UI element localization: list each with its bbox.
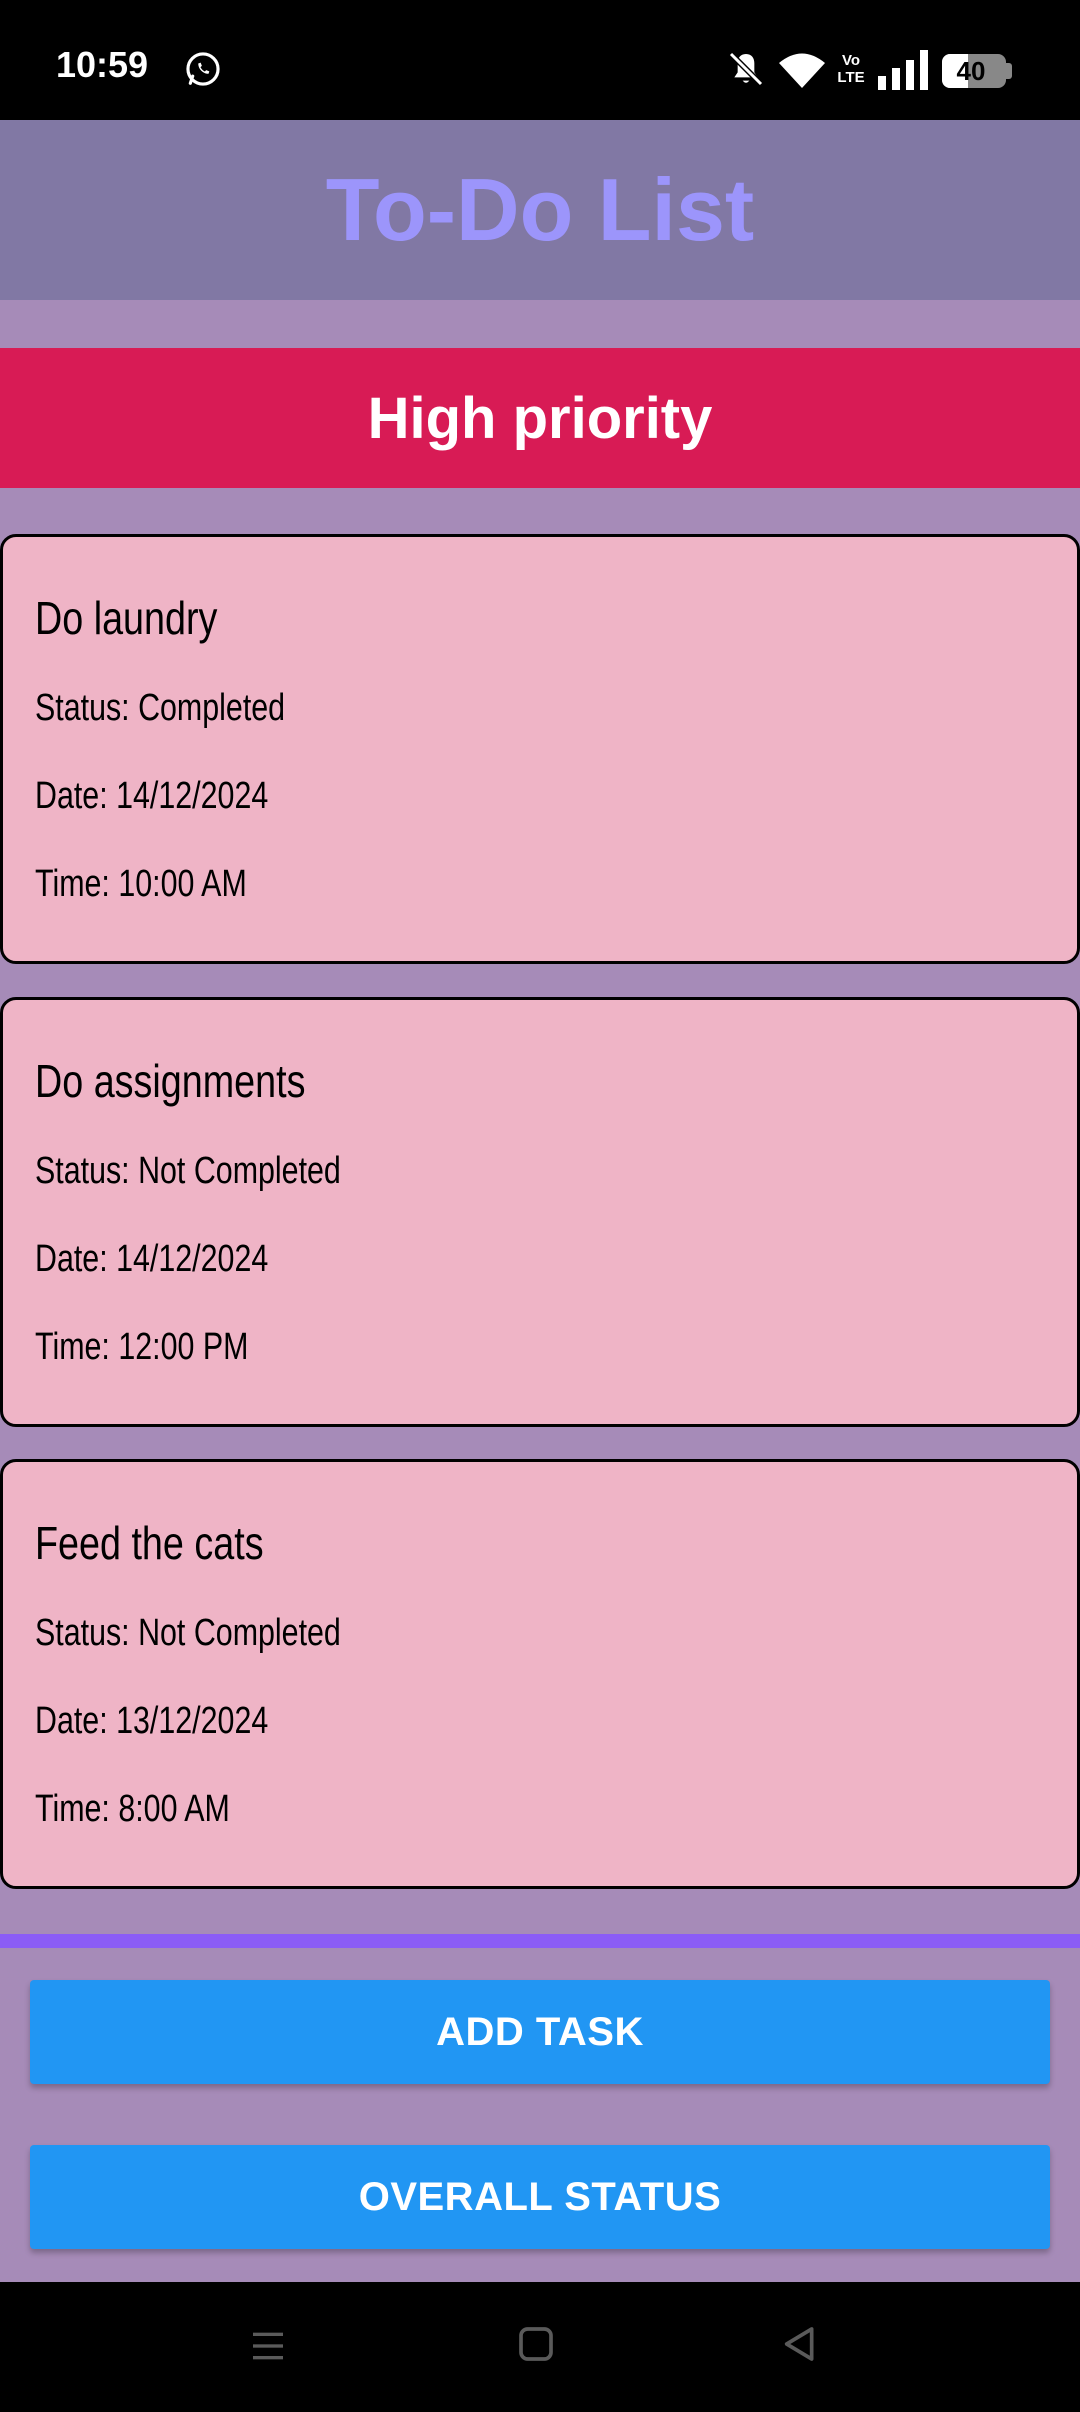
task-name: Do assignments: [35, 1055, 306, 1107]
wifi-icon: [779, 53, 825, 88]
battery-tip: [1006, 63, 1012, 79]
task-time: Time: 8:00 AM: [35, 1788, 230, 1830]
app-bar: To-Do List: [0, 120, 1080, 300]
task-status: Status: Not Completed: [35, 1612, 341, 1654]
task-card[interactable]: Feed the cats Status: Not Completed Date…: [0, 1459, 1080, 1889]
menu-icon[interactable]: [248, 2326, 288, 2366]
task-name: Feed the cats: [35, 1517, 264, 1569]
task-date: Date: 13/12/2024: [35, 1700, 269, 1742]
task-status: Status: Completed: [35, 687, 286, 729]
priority-header: High priority: [0, 348, 1080, 488]
task-time: Time: 12:00 PM: [35, 1326, 249, 1368]
signal-icon: [878, 50, 928, 90]
battery-icon: 40: [942, 54, 1006, 88]
status-time: 10:59: [56, 44, 149, 85]
task-name: Do laundry: [35, 592, 218, 644]
list-divider: [0, 1934, 1080, 1948]
task-card[interactable]: Do assignments Status: Not Completed Dat…: [0, 997, 1080, 1427]
home-icon[interactable]: [516, 2324, 556, 2364]
volte-icon: Vo LTE: [837, 52, 865, 86]
battery-level: 40: [956, 56, 986, 86]
overall-status-button[interactable]: OVERALL STATUS: [30, 2145, 1050, 2249]
task-time: Time: 10:00 AM: [35, 863, 247, 905]
navigation-bar: [0, 2282, 1080, 2412]
whatsapp-icon: [186, 52, 220, 86]
task-card[interactable]: Do laundry Status: Completed Date: 14/12…: [0, 534, 1080, 964]
task-date: Date: 14/12/2024: [35, 775, 269, 817]
priority-label: High priority: [367, 385, 713, 451]
status-bar: 10:59 Vo LTE 40: [0, 0, 1080, 120]
task-date: Date: 14/12/2024: [35, 1238, 269, 1280]
back-icon[interactable]: [780, 2322, 820, 2366]
app-title: To-Do List: [325, 160, 755, 259]
task-status: Status: Not Completed: [35, 1150, 341, 1192]
add-task-button[interactable]: ADD TASK: [30, 1980, 1050, 2084]
bell-muted-icon: [728, 51, 764, 87]
